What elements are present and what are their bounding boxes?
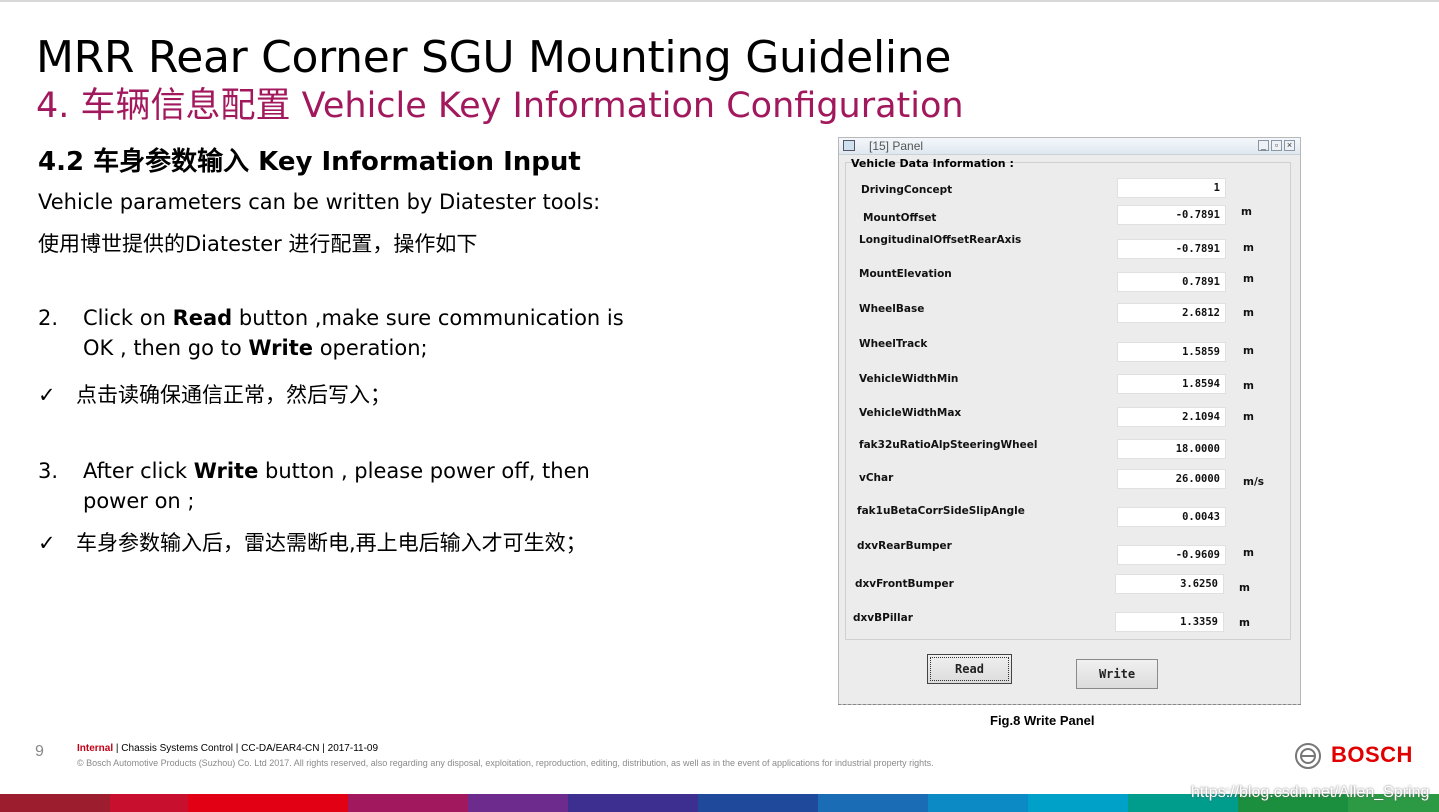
param-field[interactable]: -0.7891 (1117, 205, 1226, 225)
param-field[interactable]: 1 (1117, 178, 1226, 198)
param-label: WheelBase (859, 303, 925, 315)
param-unit: m (1243, 380, 1254, 392)
param-field[interactable]: 2.6812 (1117, 303, 1226, 323)
param-label: LongitudinalOffsetRearAxis (859, 234, 1022, 246)
param-label: vChar (859, 472, 894, 484)
param-field[interactable]: 18.0000 (1117, 439, 1226, 459)
color-bar-segment (110, 794, 188, 812)
color-bar-segment (1028, 794, 1128, 812)
figure-caption: Fig.8 Write Panel (990, 713, 1095, 728)
window-icon (843, 140, 855, 151)
param-label: MountOffset (863, 212, 937, 224)
footer-copyright: © Bosch Automotive Products (Suzhou) Co.… (77, 758, 934, 768)
param-label: dxvFrontBumper (855, 578, 954, 590)
section-heading: 4.2 车身参数输入 Key Information Input (38, 147, 581, 177)
intro-english: Vehicle parameters can be written by Dia… (38, 190, 601, 214)
window-titlebar[interactable]: [15] Panel _ ▫ × (839, 138, 1300, 155)
param-label: MountElevation (859, 268, 952, 280)
color-bar-segment (188, 794, 348, 812)
step-number: 3. (38, 459, 59, 483)
param-label: fak1uBetaCorrSideSlipAngle (857, 505, 1025, 517)
param-unit: m (1243, 547, 1254, 559)
param-field[interactable]: 1.8594 (1117, 374, 1226, 394)
bosch-logo-icon (1295, 743, 1321, 769)
close-button[interactable]: × (1284, 140, 1295, 151)
slide-title: MRR Rear Corner SGU Mounting Guideline (36, 32, 952, 83)
color-bar-segment (348, 794, 468, 812)
step-text: After click Write button , please power … (83, 459, 590, 513)
param-unit: m (1243, 242, 1254, 254)
footer-info: Internal | Chassis Systems Control | CC-… (77, 743, 379, 754)
check-item: ✓ 车身参数输入后，雷达需断电,再上电后输入才可生效； (38, 531, 587, 555)
write-button[interactable]: Write (1076, 659, 1158, 689)
param-unit: m (1241, 206, 1252, 218)
param-field[interactable]: 2.1094 (1117, 407, 1226, 427)
slide-subtitle: 4. 车辆信息配置 Vehicle Key Information Config… (36, 86, 964, 126)
color-bar-segment (568, 794, 698, 812)
color-bar-segment (0, 794, 110, 812)
param-field[interactable]: 1.5859 (1117, 342, 1226, 362)
read-button[interactable]: Read (927, 654, 1012, 684)
intro-chinese: 使用博世提供的Diatester 进行配置，操作如下 (38, 232, 478, 256)
param-unit: m (1243, 411, 1254, 423)
color-bar-segment (468, 794, 568, 812)
check-item: ✓ 点击读确保通信正常，然后写入； (38, 383, 391, 407)
checkmark-icon: ✓ (38, 531, 56, 555)
param-field[interactable]: 26.0000 (1117, 469, 1226, 489)
param-unit: m (1243, 273, 1254, 285)
param-field[interactable]: -0.9609 (1117, 545, 1226, 565)
watermark: https://blog.csdn.net/Allen_Spring (1191, 784, 1430, 801)
param-label: dxvRearBumper (857, 540, 952, 552)
minimize-button[interactable]: _ (1258, 140, 1269, 151)
checkmark-icon: ✓ (38, 383, 56, 407)
param-label: VehicleWidthMin (859, 373, 959, 385)
param-field[interactable]: -0.7891 (1117, 239, 1226, 259)
param-unit: m/s (1243, 476, 1265, 488)
classification-label: Internal (77, 743, 114, 754)
top-divider (0, 0, 1439, 2)
step-number: 2. (38, 306, 59, 330)
param-unit: m (1243, 307, 1254, 319)
window-title: [15] Panel (869, 139, 924, 153)
write-panel-window: [15] Panel _ ▫ × Vehicle Data Informatio… (838, 137, 1301, 705)
restore-button[interactable]: ▫ (1271, 140, 1282, 151)
param-field[interactable]: 0.7891 (1117, 272, 1226, 292)
param-unit: m (1239, 582, 1250, 594)
param-unit: m (1239, 617, 1250, 629)
param-label: DrivingConcept (861, 184, 953, 196)
group-title: Vehicle Data Information : (851, 157, 1014, 170)
brand-name: BOSCH (1331, 742, 1413, 767)
param-label: WheelTrack (859, 338, 928, 350)
step-text: Click on Read button ,make sure communic… (83, 306, 624, 360)
param-label: dxvBPillar (853, 612, 913, 624)
param-label: VehicleWidthMax (859, 407, 962, 419)
color-bar-segment (698, 794, 818, 812)
param-unit: m (1243, 345, 1254, 357)
panel-divider (838, 704, 1301, 706)
param-field[interactable]: 3.6250 (1115, 574, 1224, 594)
color-bar-segment (928, 794, 1028, 812)
param-label: fak32uRatioAlpSteeringWheel (859, 439, 1038, 451)
color-bar-segment (818, 794, 928, 812)
page-number: 9 (35, 743, 44, 760)
param-field[interactable]: 1.3359 (1115, 612, 1224, 632)
param-field[interactable]: 0.0043 (1117, 507, 1226, 527)
